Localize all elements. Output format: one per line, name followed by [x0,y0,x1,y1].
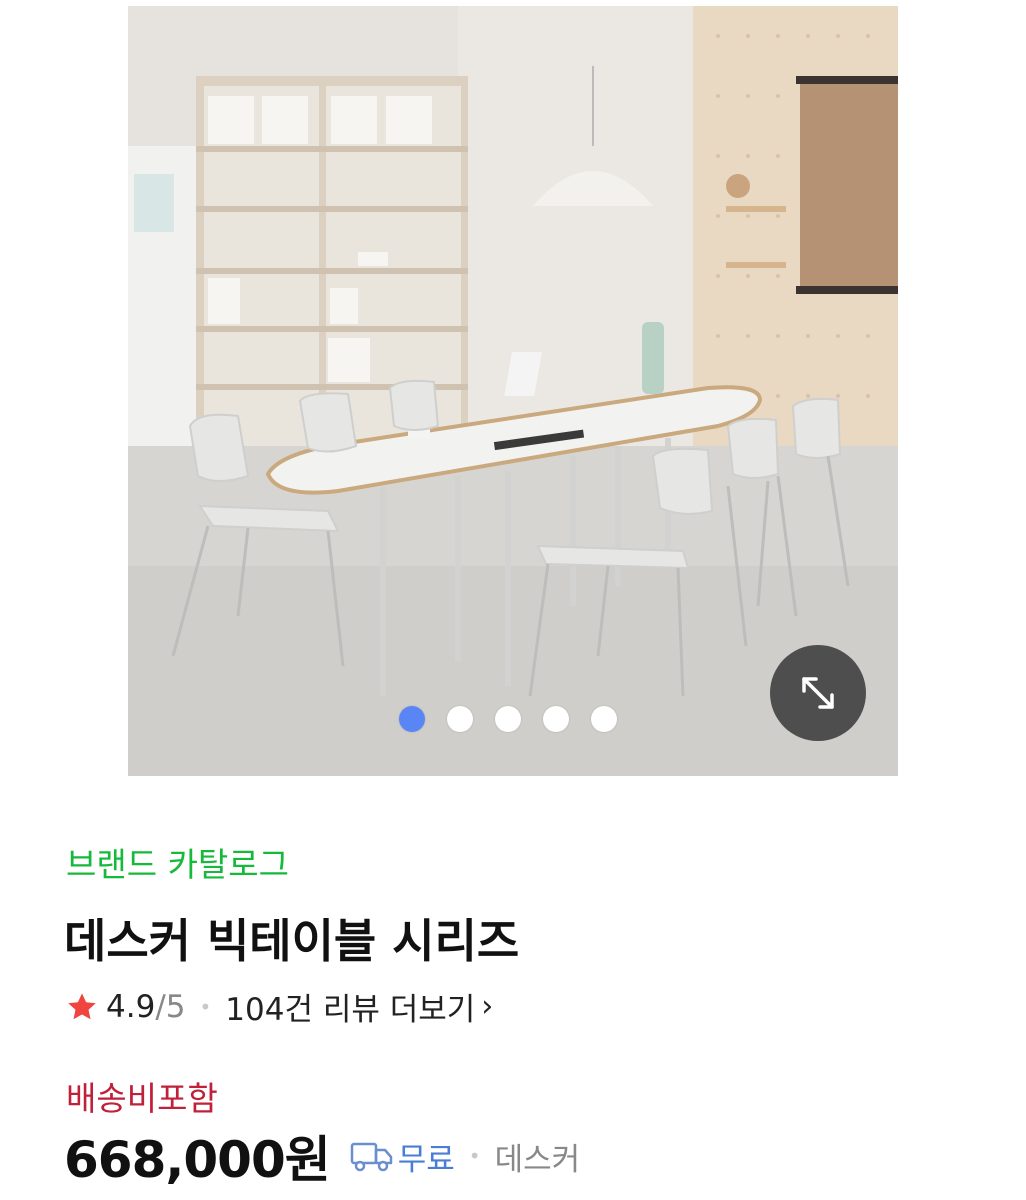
truck-icon [350,1142,392,1172]
rating-max: /5 [155,988,186,1025]
seller-name: 데스커 [494,1141,581,1178]
brand-catalog-link[interactable]: 브랜드 카탈로그 [66,838,289,886]
chevron-right-icon: › [481,989,494,1024]
carousel-dot-5[interactable] [591,706,617,732]
expand-image-button[interactable] [770,645,866,741]
rating-row: 4.9/5 • 104건 리뷰 더보기 › [66,984,493,1029]
price-row: 668,000원 무료 • 데스커 [64,1120,580,1192]
product-image-gallery[interactable] [128,6,898,776]
product-price: 668,000원 [64,1131,331,1189]
shipping-included-label: 배송비포함 [66,1079,218,1118]
separator-dot: • [468,1144,481,1168]
carousel-dot-4[interactable] [543,706,569,732]
rating-score: 4.9 [106,988,156,1025]
expand-arrows-icon [802,677,834,709]
reviews-link[interactable]: 104건 리뷰 더보기 › [225,984,493,1029]
star-icon [68,992,96,1019]
carousel-dot-2[interactable] [447,706,473,732]
carousel-dot-1[interactable] [399,706,425,732]
separator-dot: • [199,994,212,1019]
product-title: 데스커 빅테이블 시리즈 [64,914,520,968]
reviews-link-label: 104건 리뷰 더보기 [225,992,476,1028]
free-delivery-label: 무료 [397,1141,455,1178]
carousel-dot-3[interactable] [495,706,521,732]
